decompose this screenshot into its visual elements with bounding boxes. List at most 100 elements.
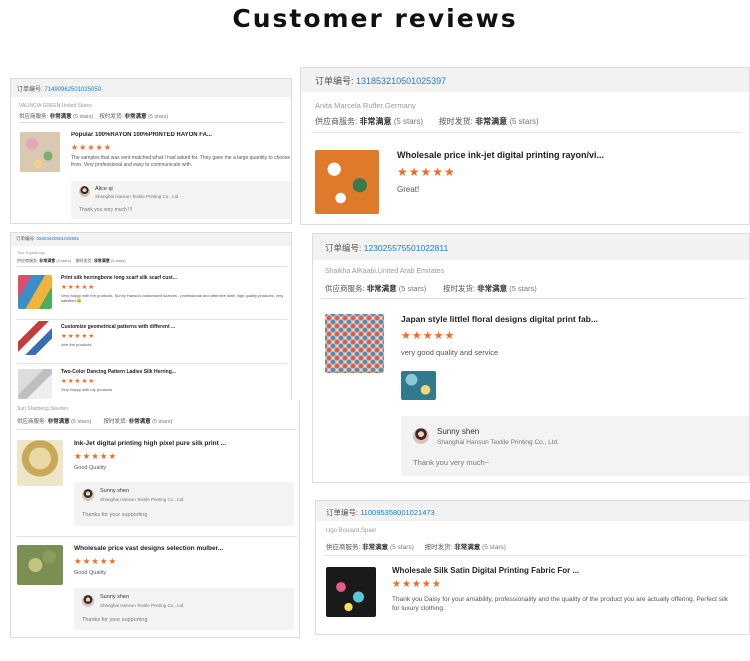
buyer-name: Shaikha AlKaabi,United Arab Emirates: [325, 268, 445, 275]
page-title: Customer reviews: [232, 4, 518, 33]
review-card-2: 订单编号: 131853210501025397 Anita Marcela R…: [300, 67, 750, 225]
shipping-level: 非常满意: [124, 114, 147, 120]
shipping-level: 非常满意: [93, 258, 110, 263]
avatar: [413, 428, 429, 444]
shipping-label: 按时发货:: [424, 544, 453, 551]
supplier-service-label: 供应商服务:: [17, 258, 39, 263]
order-header: 订单编号: 123025575501022811: [313, 234, 749, 260]
shipping-stars: (5 stars): [110, 258, 126, 263]
product-thumbnail[interactable]: [17, 545, 63, 585]
order-number-link[interactable]: 123025575501022811: [364, 243, 448, 253]
reply-company: Shanghai Hansun Textile Printing Co., Lt…: [100, 497, 185, 502]
divider: [17, 429, 297, 430]
reply-name: Sunny shen: [100, 594, 130, 600]
supplier-service-label: 供应商服务:: [326, 544, 361, 551]
product-thumbnail[interactable]: [17, 440, 63, 486]
avatar: [79, 186, 90, 197]
order-number-link[interactable]: 55653420891028991: [37, 236, 80, 241]
product-title-link[interactable]: Popular 100%RAYON 100%PRINTED RAYON FA..…: [71, 132, 231, 138]
product-title-link[interactable]: Print silk herringbone long scarf silk s…: [61, 275, 221, 281]
order-label: 订单编号:: [326, 508, 359, 517]
reply-company: Shanghai Hansun Textile Printing Co., Lt…: [437, 439, 560, 446]
buyer-name: Tiso Sujatilongo: [17, 250, 46, 255]
reply-name: Sunny shen: [100, 488, 130, 494]
supplier-reply: Sunny shen Shanghai Hansun Textile Print…: [74, 588, 294, 630]
product-title-link[interactable]: Wholesale price vast designs selection m…: [74, 545, 274, 552]
product-title-link[interactable]: Customize geometrical patterns with diff…: [61, 324, 221, 330]
shipping-stars: (5 stars): [482, 544, 506, 551]
shipping-label: 按时发货:: [442, 284, 476, 293]
shipping-stars: (5 stars): [148, 114, 169, 120]
supplier-service-label: 供应商服务:: [315, 117, 358, 126]
shipping-level: 非常满意: [454, 544, 481, 551]
supplier-reply: Sunny shen Shanghai Hansun Textile Print…: [74, 482, 294, 526]
review-text: Good Quality: [74, 465, 107, 471]
shipping-label: 按时发货:: [103, 419, 128, 425]
shipping-stars: (5 stars): [509, 117, 539, 126]
product-thumbnail[interactable]: [18, 275, 52, 309]
buyer-name: VALINCIA GREEN,United States: [19, 103, 92, 109]
ratings-row: 供应商服务: 非常满意 (5 stars) 按时发货: 非常满意 (5 star…: [326, 541, 506, 551]
product-title-link[interactable]: Wholesale Silk Satin Digital Printing Fa…: [392, 566, 712, 575]
order-label: 订单编号:: [325, 243, 362, 253]
review-text: love the products: [61, 342, 92, 347]
order-number-link[interactable]: 131853210501025397: [356, 76, 446, 86]
reply-message: Thank you very much~: [413, 458, 490, 467]
ratings-row: 供应商服务: 非常满意 (5 stars) 按时发货: 非常满意 (5 star…: [17, 258, 126, 264]
supplier-service-stars: (5 stars): [389, 544, 414, 551]
ratings-row: 供应商服务: 非常满意 (5 stars) 按时发货: 非常满意 (5 star…: [325, 283, 537, 294]
order-label: 订单编号:: [315, 76, 354, 86]
product-thumbnail[interactable]: [325, 314, 384, 373]
rating-stars: ★★★★★: [71, 143, 112, 152]
review-card-4: 订单编号: 123025575501022811 Shaikha AlKaabi…: [312, 233, 750, 483]
rating-stars: ★★★★★: [392, 579, 442, 590]
avatar: [82, 489, 94, 501]
order-header: 订单编号: 131853210501025397: [301, 68, 749, 92]
divider: [321, 298, 746, 299]
supplier-reply: Alice qi Shanghai Hansun Textile Printin…: [71, 181, 291, 219]
ratings-row: 供应商服务: 非常满意 (5 stars) 按时发货: 非常满意 (5 star…: [17, 417, 172, 425]
product-title-link[interactable]: Wholesale price ink-jet digital printing…: [397, 150, 737, 160]
review-text: The samples that was sent matched what I…: [71, 155, 291, 168]
supplier-service-label: 供应商服务:: [17, 419, 47, 425]
supplier-service-label: 供应商服务:: [19, 114, 49, 120]
rating-stars: ★★★★★: [74, 451, 118, 461]
rating-stars: ★★★★★: [61, 284, 96, 291]
product-thumbnail[interactable]: [20, 132, 60, 172]
review-text: Thank you Daisy for your amability, prof…: [392, 596, 729, 612]
product-thumbnail[interactable]: [326, 567, 376, 617]
supplier-service-label: 供应商服务:: [325, 284, 365, 293]
order-number-link[interactable]: 71490962501025050: [44, 87, 101, 93]
supplier-service-stars: (5 stars): [398, 284, 427, 293]
order-number-link[interactable]: 110095358001021473: [360, 508, 435, 517]
shipping-label: 按时发货:: [75, 258, 93, 263]
review-text: Very happy with the products. Sunny Hans…: [61, 293, 284, 304]
product-title-link[interactable]: Ink-Jet digital printing high pixel pure…: [74, 440, 274, 447]
product-thumbnail[interactable]: [18, 369, 52, 399]
review-text: Good Quality: [74, 570, 107, 576]
rating-stars: ★★★★★: [397, 165, 456, 179]
product-title-link[interactable]: Two-Color Dancing Pattern Ladies Silk He…: [61, 369, 221, 375]
rating-stars: ★★★★★: [61, 378, 96, 385]
divider: [19, 122, 285, 123]
rating-stars: ★★★★★: [74, 556, 118, 566]
buyer-name: Ugo Boulard,Spain: [326, 528, 377, 534]
supplier-service-level: 非常满意: [366, 284, 397, 293]
divider: [17, 266, 287, 267]
divider: [311, 132, 741, 133]
product-thumbnail[interactable]: [315, 150, 379, 214]
reply-message: Thanks for your supporting: [82, 512, 148, 518]
shipping-level: 非常满意: [128, 419, 151, 425]
review-text: Great!: [397, 185, 420, 194]
reply-name: Sunny shen: [437, 427, 480, 436]
supplier-service-level: 非常满意: [49, 114, 72, 120]
product-title-link[interactable]: Japan style littlel floral designs digit…: [401, 314, 701, 324]
divider: [17, 319, 287, 320]
reply-message: Thanks for your supporting: [82, 617, 148, 623]
buyer-name: Sun Shatbeng,Sweden: [17, 406, 69, 412]
shipping-level: 非常满意: [475, 117, 508, 126]
supplier-service-level: 非常满意: [359, 117, 392, 126]
review-photo[interactable]: [401, 371, 436, 400]
shipping-stars: (5 stars): [509, 284, 537, 293]
product-thumbnail[interactable]: [18, 321, 52, 355]
